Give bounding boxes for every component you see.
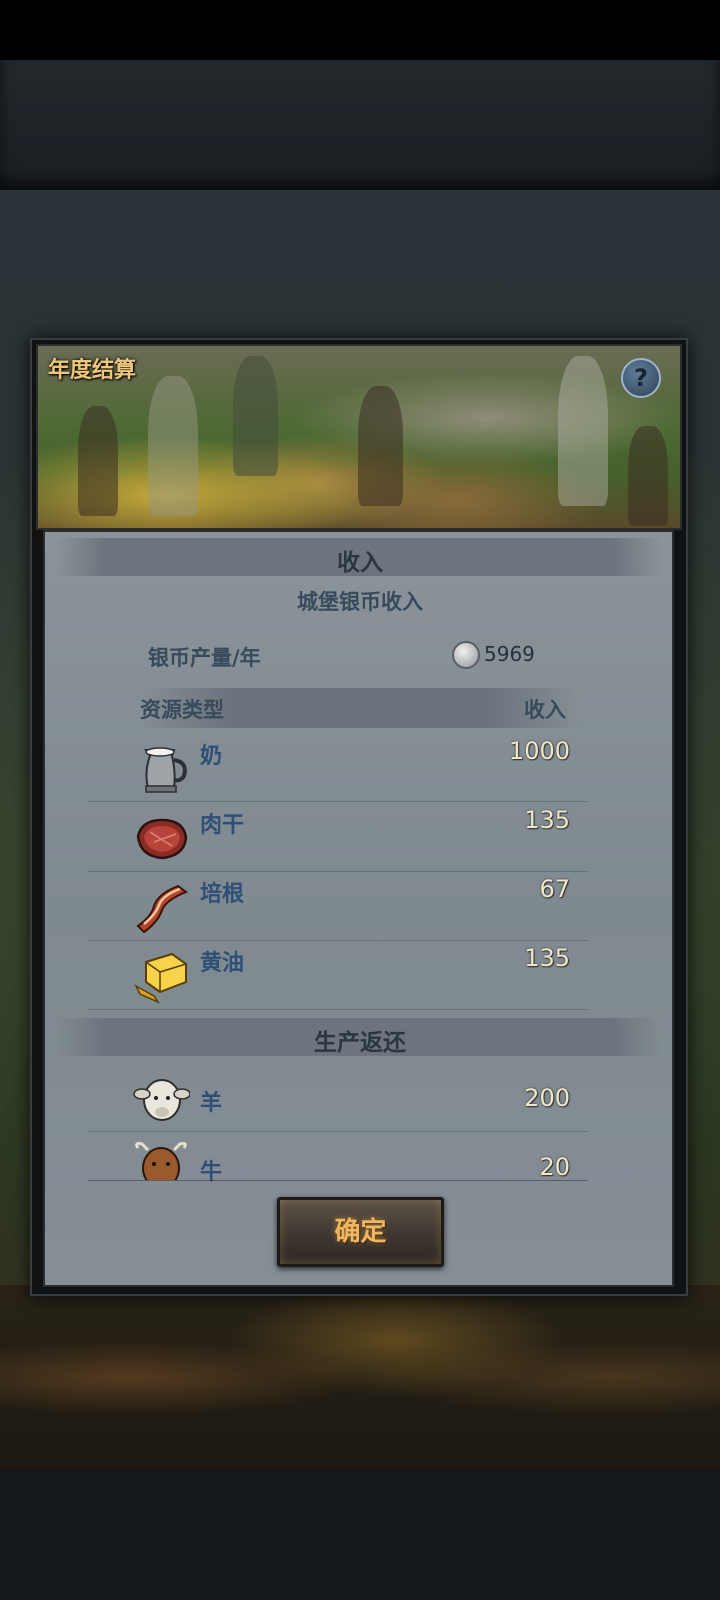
- dialog-title: 年度结算: [48, 358, 137, 383]
- income-item-name: 黄油: [200, 951, 245, 976]
- income-item-name: 培根: [200, 882, 245, 907]
- income-column-header: 收入: [524, 698, 566, 722]
- income-item-value: 1000: [508, 737, 570, 765]
- income-section-title: 收入: [337, 550, 383, 576]
- castle-silver-income-title: 城堡银币收入: [297, 590, 423, 614]
- production-return-title: 生产返还: [314, 1030, 406, 1056]
- row-divider: [88, 1009, 588, 1010]
- resource-type-header: 资源类型: [140, 698, 224, 722]
- bacon-icon: [136, 884, 189, 934]
- return-item-name: 羊: [200, 1091, 223, 1116]
- confirm-button[interactable]: 确定: [277, 1197, 444, 1267]
- income-item-value: 67: [539, 875, 570, 903]
- dialog-banner-illustration: 年度结算 ?: [36, 344, 682, 530]
- row-divider: [88, 940, 588, 941]
- return-item-value: 20: [539, 1153, 570, 1181]
- banner-figure: [148, 376, 198, 516]
- banner-figure: [628, 426, 668, 526]
- row-divider: [88, 1131, 588, 1132]
- banner-figure: [78, 406, 118, 516]
- jerky-meat-icon: [136, 818, 188, 860]
- banner-figure: [358, 386, 403, 506]
- scroll-clip-edge: [88, 1180, 588, 1181]
- income-item-value: 135: [524, 806, 570, 834]
- cow-icon: [135, 1142, 187, 1180]
- milk-pitcher-icon: [144, 747, 187, 793]
- silver-coin-icon: [452, 641, 480, 669]
- income-item-name: 奶: [200, 744, 223, 769]
- background-top: [0, 60, 720, 190]
- banner-figure: [558, 356, 608, 506]
- help-button[interactable]: ?: [621, 358, 661, 398]
- return-item-value: 200: [524, 1084, 570, 1112]
- banner-figure: [233, 356, 278, 476]
- row-divider: [88, 801, 588, 802]
- income-item-value: 135: [524, 944, 570, 972]
- row-divider: [88, 871, 588, 872]
- butter-icon: [134, 952, 187, 1004]
- background-crowd-illustration: [0, 1285, 720, 1470]
- background-bottom: [0, 1470, 720, 1600]
- return-item-name: 牛: [200, 1160, 223, 1185]
- sheep-icon: [133, 1079, 190, 1121]
- status-bar: [0, 0, 720, 60]
- income-item-name: 肉干: [200, 813, 245, 838]
- silver-per-year-value: 5969: [484, 642, 535, 666]
- silver-per-year-label: 银币产量/年: [148, 646, 261, 670]
